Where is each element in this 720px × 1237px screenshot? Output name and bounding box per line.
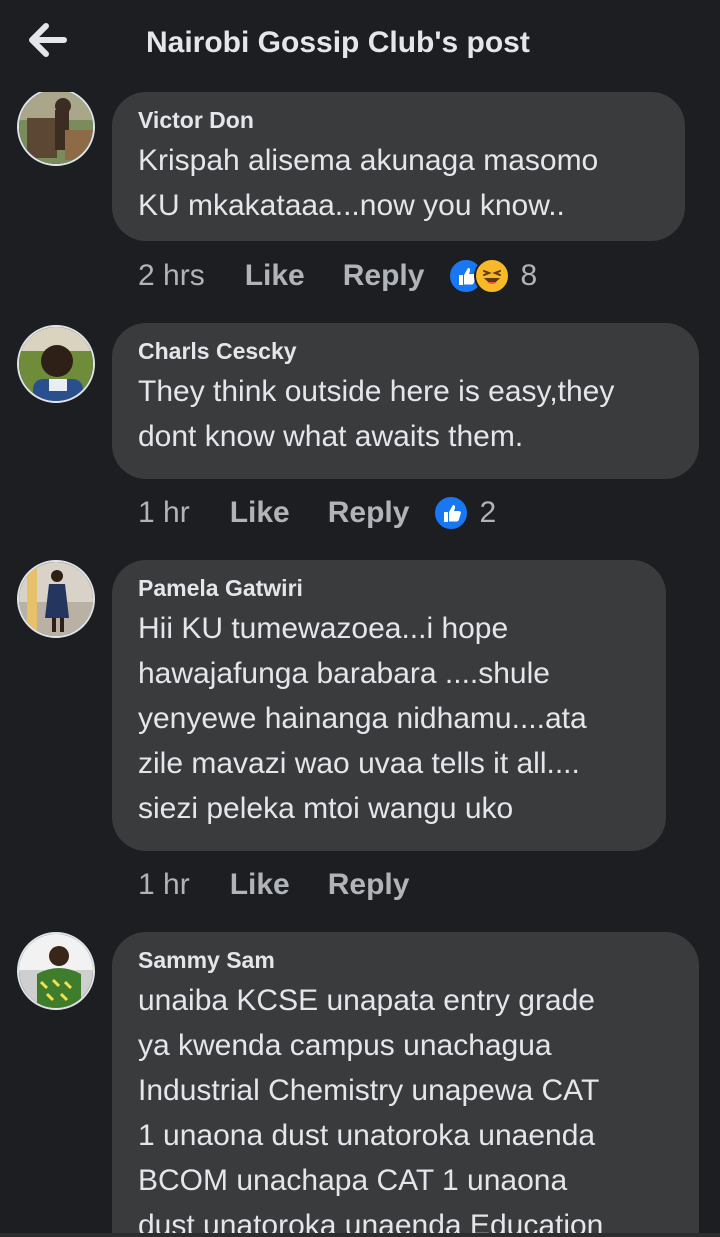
back-arrow-icon[interactable]: [26, 20, 70, 60]
reply-button[interactable]: Reply: [328, 496, 410, 530]
comment-text: unaiba KCSE unapata entry grade ya kwend…: [138, 978, 673, 1237]
comment-text-line: They think outside here is easy,they: [138, 375, 615, 408]
comment-text: Krispah alisema akunaga masomo KU mkakat…: [138, 138, 659, 228]
screen-bottom-edge: [0, 1233, 720, 1237]
comment-time[interactable]: 2 hrs: [138, 259, 205, 293]
comment-text: Hii KU tumewazoea...i hope hawajafunga b…: [138, 606, 640, 831]
comment-text-line: dust unatoroka unaenda Education: [138, 1209, 604, 1237]
reaction-summary[interactable]: 8: [448, 258, 537, 294]
comment-text-line: Krispah alisema akunaga masomo: [138, 144, 599, 177]
comment-bubble[interactable]: Sammy Sam unaiba KCSE unapata entry grad…: [112, 932, 699, 1237]
comment-actions: 2 hrs Like Reply 8: [138, 256, 537, 296]
comment-text-line: hawajafunga barabara ....shule: [138, 657, 550, 690]
comment-bubble[interactable]: Victor Don Krispah alisema akunaga masom…: [112, 92, 685, 241]
comment-time[interactable]: 1 hr: [138, 496, 190, 530]
comment-time[interactable]: 1 hr: [138, 868, 190, 902]
top-bar: Nairobi Gossip Club's post: [0, 0, 720, 92]
reply-button[interactable]: Reply: [328, 868, 410, 902]
avatar[interactable]: [17, 325, 95, 403]
comment-bubble[interactable]: Pamela Gatwiri Hii KU tumewazoea...i hop…: [112, 560, 666, 851]
like-button[interactable]: Like: [230, 868, 290, 902]
comment-author[interactable]: Victor Don: [138, 106, 659, 134]
comment-author[interactable]: Pamela Gatwiri: [138, 574, 640, 602]
like-button[interactable]: Like: [230, 496, 290, 530]
comment-text-line: unaiba KCSE unapata entry grade: [138, 984, 595, 1017]
like-button[interactable]: Like: [245, 259, 305, 293]
reaction-count: 8: [520, 259, 538, 292]
like-icon: [433, 495, 470, 531]
reaction-count: 2: [479, 496, 497, 529]
reaction-summary[interactable]: 2: [433, 495, 496, 531]
comment-author[interactable]: Sammy Sam: [138, 946, 673, 974]
comment-actions: 1 hr Like Reply 2: [138, 493, 496, 533]
comment-text-line: KU mkakataaa...now you know..: [138, 189, 565, 222]
avatar[interactable]: [17, 92, 95, 166]
comment-text-line: zile mavazi wao uvaa tells it all....: [138, 747, 580, 780]
comment-text-line: Hii KU tumewazoea...i hope: [138, 612, 509, 645]
comment-text-line: 1 unaona dust unatoroka unaenda: [138, 1119, 596, 1152]
comment-text-line: dont know what awaits them.: [138, 420, 524, 453]
comment-text-line: Industrial Chemistry unapewa CAT: [138, 1074, 600, 1107]
comment-bubble[interactable]: Charls Cescky They think outside here is…: [112, 323, 699, 479]
comment-text-line: yenyewe hainanga nidhamu....ata: [138, 702, 587, 735]
comment-list[interactable]: Victor Don Krispah alisema akunaga masom…: [0, 92, 720, 1237]
comment-text-line: siezi peleka mtoi wangu uko: [138, 792, 514, 825]
reply-button[interactable]: Reply: [343, 259, 425, 293]
comment-actions: 1 hr Like Reply: [138, 865, 447, 905]
comment-text-line: ya kwenda campus unachagua: [138, 1029, 552, 1062]
page-title: Nairobi Gossip Club's post: [146, 26, 530, 59]
comments-screen: Nairobi Gossip Club's post Victor Don Kr…: [0, 0, 720, 1237]
avatar[interactable]: [17, 932, 95, 1010]
avatar[interactable]: [17, 560, 95, 638]
comment-text: They think outside here is easy,they don…: [138, 369, 673, 459]
comment-author[interactable]: Charls Cescky: [138, 337, 673, 365]
comment-text-line: BCOM unachapa CAT 1 unaona: [138, 1164, 568, 1197]
haha-icon: [474, 258, 511, 294]
